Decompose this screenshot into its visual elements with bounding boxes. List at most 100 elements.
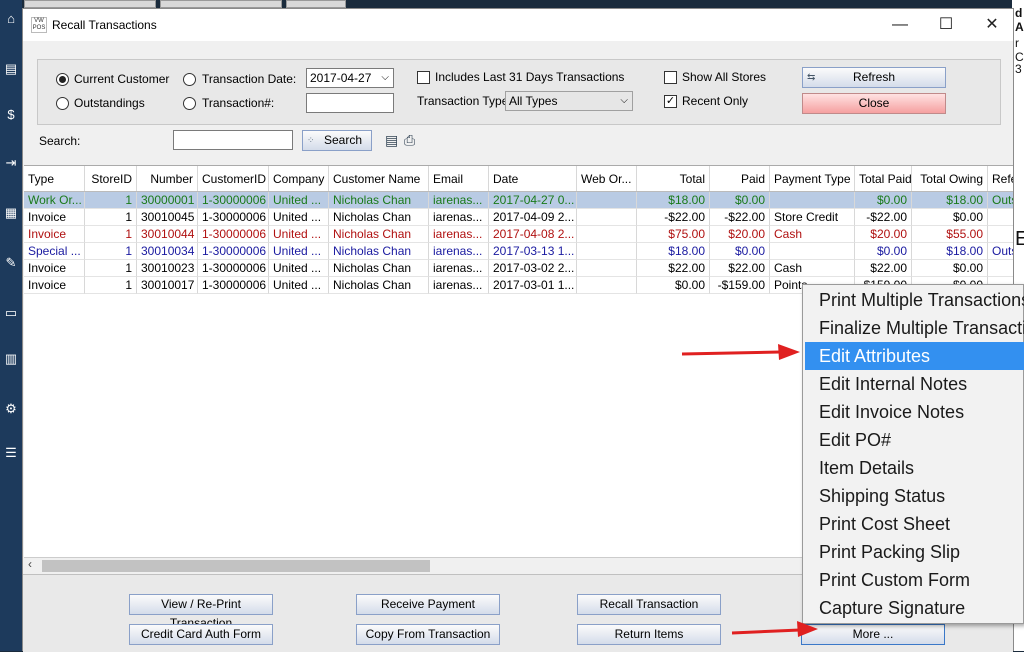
transaction-type-select[interactable]: All Types ⌵ bbox=[505, 91, 633, 111]
recent-only-label[interactable]: Recent Only bbox=[682, 94, 748, 108]
credit-card-auth-button[interactable]: Credit Card Auth Form bbox=[129, 624, 273, 645]
show-all-stores-checkbox[interactable] bbox=[664, 71, 677, 84]
more-button[interactable]: More ... bbox=[801, 624, 945, 645]
menu-item-finalize-multiple-transactions[interactable]: Finalize Multiple Transactions bbox=[805, 314, 1024, 342]
home-icon[interactable]: ⌂ bbox=[2, 10, 20, 28]
wrench-icon[interactable]: ✎ bbox=[2, 254, 20, 272]
column-header[interactable]: Total Owing bbox=[912, 166, 988, 191]
column-header[interactable]: Refe bbox=[988, 166, 1013, 191]
column-header[interactable]: Company bbox=[269, 166, 329, 191]
minimize-button[interactable]: — bbox=[877, 11, 923, 39]
menu-item-print-cost-sheet[interactable]: Print Cost Sheet bbox=[805, 510, 1024, 538]
dollar-icon[interactable]: $ bbox=[2, 106, 20, 124]
table-cell: Outs bbox=[988, 192, 1013, 209]
menu-item-edit-attributes[interactable]: Edit Attributes bbox=[805, 342, 1024, 370]
outstandings-radio[interactable] bbox=[56, 97, 69, 110]
menu-item-capture-signature[interactable]: Capture Signature bbox=[805, 594, 1024, 622]
table-cell: Nicholas Chan bbox=[329, 192, 429, 209]
transaction-date-radio[interactable] bbox=[183, 73, 196, 86]
transaction-no-radio[interactable] bbox=[183, 97, 196, 110]
menu-item-item-details[interactable]: Item Details bbox=[805, 454, 1024, 482]
scrollbar-thumb[interactable] bbox=[42, 560, 430, 572]
column-header[interactable]: Number bbox=[137, 166, 198, 191]
background-tab bbox=[160, 0, 282, 8]
gear-icon[interactable]: ⚙ bbox=[2, 400, 20, 418]
table-cell: 1 bbox=[85, 260, 137, 277]
current-customer-label[interactable]: Current Customer bbox=[74, 72, 169, 86]
search-button[interactable]: ⁘ Search bbox=[302, 130, 372, 151]
monitor-icon[interactable]: ▭ bbox=[2, 304, 20, 322]
show-all-stores-label[interactable]: Show All Stores bbox=[682, 70, 766, 84]
menu-item-shipping-status[interactable]: Shipping Status bbox=[805, 482, 1024, 510]
search-icon: ⁘ bbox=[307, 135, 315, 145]
column-header[interactable]: Email bbox=[429, 166, 489, 191]
table-cell bbox=[577, 192, 637, 209]
refresh-button[interactable]: ⇆ Refresh bbox=[802, 67, 946, 88]
receive-payment-button[interactable]: Receive Payment bbox=[356, 594, 500, 615]
maximize-button[interactable]: ☐ bbox=[923, 11, 969, 39]
table-row[interactable]: Work Or... 1 30000001 1-30000006 United ... N… bbox=[24, 192, 1013, 209]
table-row[interactable]: Invoice 1 30010044 1-30000006 United ... Nich… bbox=[24, 226, 1013, 243]
window-title: Recall Transactions bbox=[52, 18, 157, 32]
document-icon[interactable]: ▤ bbox=[385, 131, 398, 149]
table-cell: $18.00 bbox=[912, 243, 988, 260]
menu-item-edit-internal-notes[interactable]: Edit Internal Notes bbox=[805, 370, 1024, 398]
table-row[interactable]: Invoice 1 30010023 1-30000006 United ... Nich… bbox=[24, 260, 1013, 277]
report-icon[interactable]: ▥ bbox=[2, 350, 20, 368]
table-cell: $18.00 bbox=[637, 192, 710, 209]
printer-icon[interactable]: ⎙ bbox=[404, 131, 415, 149]
recent-only-checkbox[interactable]: ✓ bbox=[664, 95, 677, 108]
column-header[interactable]: Customer Name bbox=[329, 166, 429, 191]
search-input[interactable] bbox=[173, 130, 293, 150]
background-text: d bbox=[1015, 6, 1023, 20]
background-tab bbox=[24, 0, 156, 8]
view-reprint-button[interactable]: View / Re-Print Transaction bbox=[129, 594, 273, 630]
column-header[interactable]: Type bbox=[24, 166, 85, 191]
table-cell: United ... bbox=[269, 192, 329, 209]
table-cell: 1-30000006 bbox=[198, 243, 269, 260]
menu-icon[interactable]: ☰ bbox=[2, 444, 20, 462]
menu-item-edit-invoice-notes[interactable]: Edit Invoice Notes bbox=[805, 398, 1024, 426]
background-tab bbox=[286, 0, 346, 8]
transaction-date-picker[interactable]: 2017-04-27 ⌵ bbox=[306, 68, 394, 88]
table-cell: 30010017 bbox=[137, 277, 198, 294]
close-window-button[interactable]: ✕ bbox=[969, 11, 1015, 39]
menu-item-print-custom-form[interactable]: Print Custom Form bbox=[805, 566, 1024, 594]
menu-item-print-multiple-transactions[interactable]: Print Multiple Transactions bbox=[805, 286, 1024, 314]
column-header[interactable]: Web Or... bbox=[577, 166, 637, 191]
transaction-no-input[interactable] bbox=[306, 93, 394, 113]
table-cell: Cash bbox=[770, 260, 855, 277]
includes-31-days-checkbox[interactable] bbox=[417, 71, 430, 84]
table-cell: iarenas... bbox=[429, 209, 489, 226]
return-items-button[interactable]: Return Items bbox=[577, 624, 721, 645]
table-cell: Outs bbox=[988, 243, 1013, 260]
scroll-left-icon[interactable]: ‹ bbox=[28, 557, 32, 571]
current-customer-radio[interactable] bbox=[56, 73, 69, 86]
menu-item-print-packing-slip[interactable]: Print Packing Slip bbox=[805, 538, 1024, 566]
includes-31-days-label[interactable]: Includes Last 31 Days Transactions bbox=[435, 70, 624, 84]
column-header[interactable]: CustomerID bbox=[198, 166, 269, 191]
login-icon[interactable]: ⇥ bbox=[2, 154, 20, 172]
title-bar[interactable]: VW POS Recall Transactions — ☐ ✕ bbox=[23, 9, 1013, 41]
column-header[interactable]: StoreID bbox=[85, 166, 137, 191]
table-cell: Cash bbox=[770, 226, 855, 243]
table-cell: Work Or... bbox=[24, 192, 85, 209]
grid-icon[interactable]: ▦ bbox=[2, 204, 20, 222]
recall-transaction-button[interactable]: Recall Transaction bbox=[577, 594, 721, 615]
column-header[interactable]: Date bbox=[489, 166, 577, 191]
table-cell: $0.00 bbox=[710, 192, 770, 209]
column-header[interactable]: Total bbox=[637, 166, 710, 191]
table-row[interactable]: Invoice 1 30010045 1-30000006 United ... Nich… bbox=[24, 209, 1013, 226]
table-cell: $20.00 bbox=[855, 226, 912, 243]
column-header[interactable]: Paid bbox=[710, 166, 770, 191]
register-icon[interactable]: ▤ bbox=[2, 60, 20, 78]
table-cell: iarenas... bbox=[429, 226, 489, 243]
copy-from-transaction-button[interactable]: Copy From Transaction bbox=[356, 624, 500, 645]
menu-item-edit-po[interactable]: Edit PO# bbox=[805, 426, 1024, 454]
column-header[interactable]: Total Paid bbox=[855, 166, 912, 191]
search-button-label: Search bbox=[323, 133, 363, 147]
close-button[interactable]: Close bbox=[802, 93, 946, 114]
column-header[interactable]: Payment Type bbox=[770, 166, 855, 191]
table-row[interactable]: Special ... 1 30010034 1-30000006 United ...… bbox=[24, 243, 1013, 260]
outstandings-label[interactable]: Outstandings bbox=[74, 96, 145, 110]
